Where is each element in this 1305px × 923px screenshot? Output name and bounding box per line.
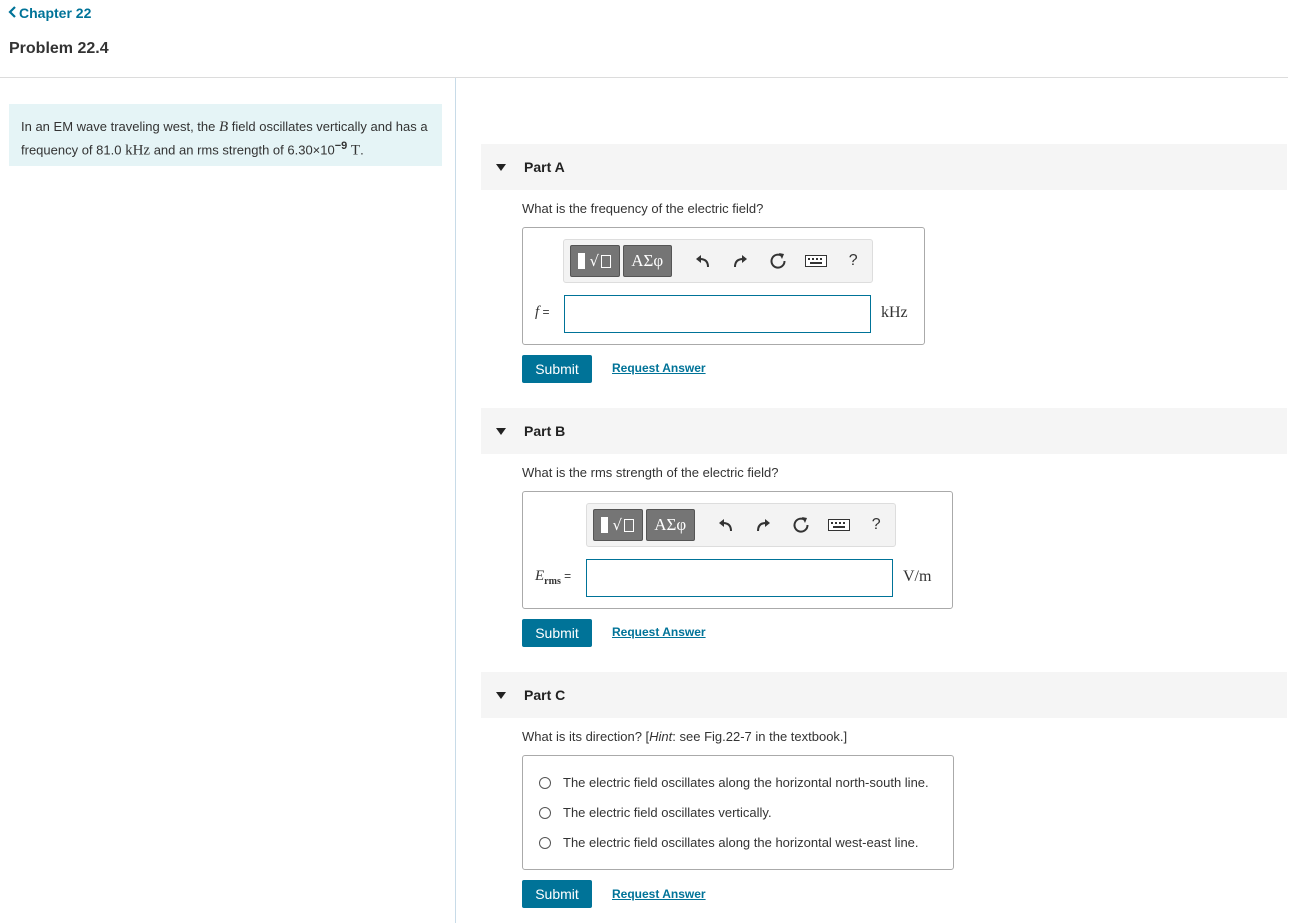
part-b-answer-box: √ ΑΣφ ? Erms = V/m <box>522 491 953 609</box>
b-field-symbol: B <box>218 119 229 135</box>
part-c-header[interactable]: Part C <box>481 672 1287 718</box>
undo-icon[interactable] <box>684 246 722 276</box>
part-a-answer-box: √ ΑΣφ ? f = kHz <box>522 227 925 345</box>
part-c-request-answer-link[interactable]: Request Answer <box>612 887 706 901</box>
greek-symbols-button[interactable]: ΑΣφ <box>622 245 672 277</box>
exponent: −9 <box>334 140 348 152</box>
part-b-variable-label: Erms = <box>535 568 572 587</box>
part-b-request-answer-link[interactable]: Request Answer <box>612 625 706 639</box>
redo-icon[interactable] <box>722 246 760 276</box>
part-b-submit-button[interactable]: Submit <box>522 619 592 647</box>
undo-icon[interactable] <box>707 510 745 540</box>
problem-statement: In an EM wave traveling west, the B fiel… <box>9 104 442 166</box>
part-a-label: Part A <box>524 159 565 175</box>
part-c-options-box: The electric field oscillates along the … <box>522 755 954 870</box>
part-b-question: What is the rms strength of the electric… <box>522 465 779 480</box>
radio-button[interactable] <box>539 806 551 819</box>
collapse-triangle-icon[interactable] <box>496 163 506 171</box>
math-toolbar: √ ΑΣφ ? <box>563 239 873 283</box>
redo-icon[interactable] <box>745 510 783 540</box>
hint-label: Hint <box>649 729 673 744</box>
part-c-submit-button[interactable]: Submit <box>522 880 592 908</box>
templates-button[interactable]: √ <box>593 509 643 541</box>
help-icon[interactable]: ? <box>857 510 895 540</box>
part-b-header[interactable]: Part B <box>481 408 1287 454</box>
part-a-request-answer-link[interactable]: Request Answer <box>612 361 706 375</box>
part-a-question: What is the frequency of the electric fi… <box>522 201 764 216</box>
part-a-unit: kHz <box>881 304 908 321</box>
tesla-unit: T <box>350 142 361 159</box>
part-c-label: Part C <box>524 687 566 703</box>
radio-option[interactable]: The electric field oscillates vertically… <box>539 805 772 820</box>
radio-button[interactable] <box>539 776 551 789</box>
part-a-answer-input[interactable] <box>564 295 871 333</box>
templates-button[interactable]: √ <box>570 245 620 277</box>
radio-option[interactable]: The electric field oscillates along the … <box>539 835 919 850</box>
math-toolbar: √ ΑΣφ ? <box>586 503 896 547</box>
reset-icon[interactable] <box>759 246 797 276</box>
keyboard-icon[interactable] <box>820 510 858 540</box>
part-a-submit-button[interactable]: Submit <box>522 355 592 383</box>
problem-title: Problem 22.4 <box>9 40 109 57</box>
part-c-question: What is its direction? [Hint: see Fig.22… <box>522 729 848 744</box>
back-link-label: Chapter 22 <box>19 5 92 21</box>
part-b-unit: V/m <box>903 568 932 585</box>
radio-option[interactable]: The electric field oscillates along the … <box>539 775 929 790</box>
help-icon[interactable]: ? <box>834 246 872 276</box>
part-b-label: Part B <box>524 423 566 439</box>
back-to-chapter-link[interactable]: Chapter 22 <box>8 5 91 21</box>
part-a-header[interactable]: Part A <box>481 144 1287 190</box>
part-a-variable-label: f = <box>535 304 550 320</box>
part-b-answer-input[interactable] <box>586 559 893 597</box>
chevron-left-icon <box>8 5 17 21</box>
greek-symbols-button[interactable]: ΑΣφ <box>645 509 695 541</box>
collapse-triangle-icon[interactable] <box>496 427 506 435</box>
reset-icon[interactable] <box>782 510 820 540</box>
freq-unit: kHz <box>125 142 151 159</box>
keyboard-icon[interactable] <box>797 246 835 276</box>
header-divider <box>0 77 1288 78</box>
column-divider <box>455 78 456 923</box>
collapse-triangle-icon[interactable] <box>496 691 506 699</box>
radio-button[interactable] <box>539 836 551 849</box>
